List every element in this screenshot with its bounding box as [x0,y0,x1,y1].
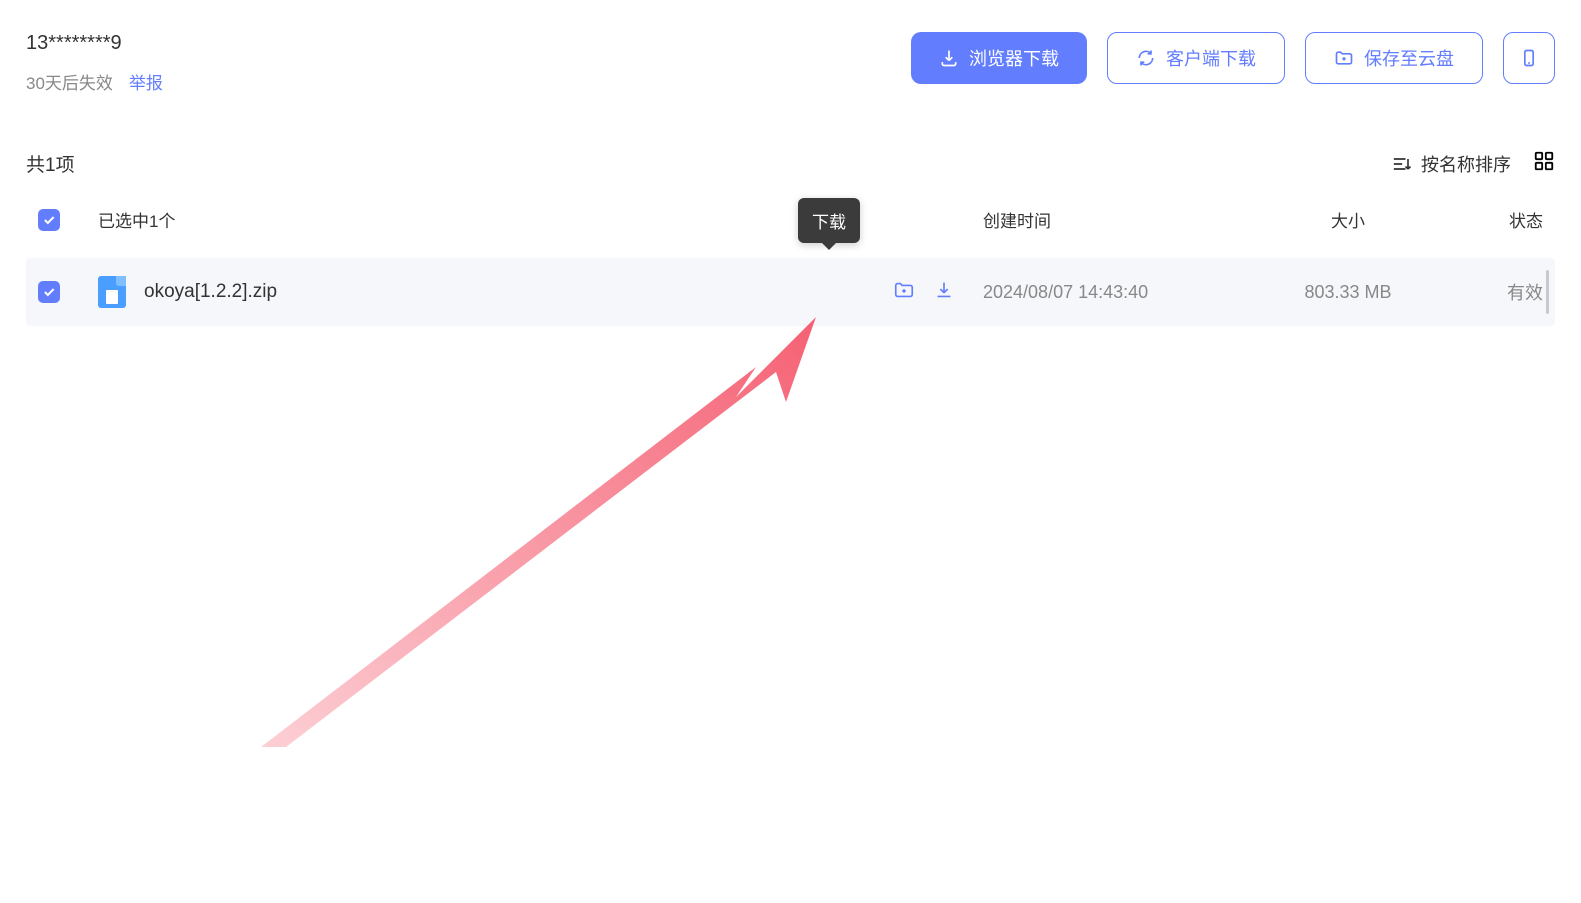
mobile-icon [1519,48,1539,68]
expire-text: 30天后失效 [26,69,113,94]
row-checkbox[interactable] [38,281,60,303]
file-row[interactable]: okoya[1.2.2].zip 2024/08/07 14:43:40 803… [26,258,1555,326]
download-tooltip: 下载 [798,198,860,243]
row-scrollbar[interactable] [1546,270,1549,314]
file-name: okoya[1.2.2].zip [144,281,277,303]
column-header-size: 大小 [1253,207,1443,232]
total-count: 共1项 [26,150,75,177]
save-to-cloud-button[interactable]: 保存至云盘 [1305,32,1483,84]
sort-dropdown[interactable]: 按名称排序 [1393,151,1511,177]
button-label: 客户端下载 [1166,45,1256,71]
select-all-checkbox[interactable] [38,209,60,231]
report-link[interactable]: 举报 [129,69,163,94]
grid-view-icon [1533,150,1555,172]
sort-label: 按名称排序 [1421,151,1511,177]
annotation-arrow [256,312,826,752]
view-toggle-button[interactable] [1533,150,1555,177]
refresh-download-icon [1136,48,1156,68]
sort-icon [1393,154,1413,174]
folder-add-icon [893,279,915,301]
client-download-button[interactable]: 客户端下载 [1107,32,1285,84]
folder-add-icon [1334,48,1354,68]
page-header: 13********9 30天后失效 举报 浏览器下载 客户端下载 [26,0,1555,94]
column-header-status: 状态 [1443,207,1543,232]
table-header: 已选中1个 创建时间 大小 状态 [26,207,1555,232]
button-label: 保存至云盘 [1364,45,1454,71]
download-action[interactable] [933,279,955,306]
button-label: 浏览器下载 [969,45,1059,71]
mobile-button[interactable] [1503,32,1555,84]
column-header-time: 创建时间 [983,207,1253,232]
check-icon [42,213,56,227]
save-to-folder-action[interactable] [893,279,915,306]
file-created-time: 2024/08/07 14:43:40 [983,282,1253,303]
download-icon [933,279,955,301]
file-size: 803.33 MB [1253,282,1443,303]
download-icon [939,48,959,68]
file-status: 有效 [1443,279,1543,305]
zip-file-icon [98,276,126,308]
check-icon [42,285,56,299]
selected-count-label: 已选中1个 [98,207,175,232]
browser-download-button[interactable]: 浏览器下载 [911,32,1087,84]
sharer-label: 13********9 [26,32,163,55]
